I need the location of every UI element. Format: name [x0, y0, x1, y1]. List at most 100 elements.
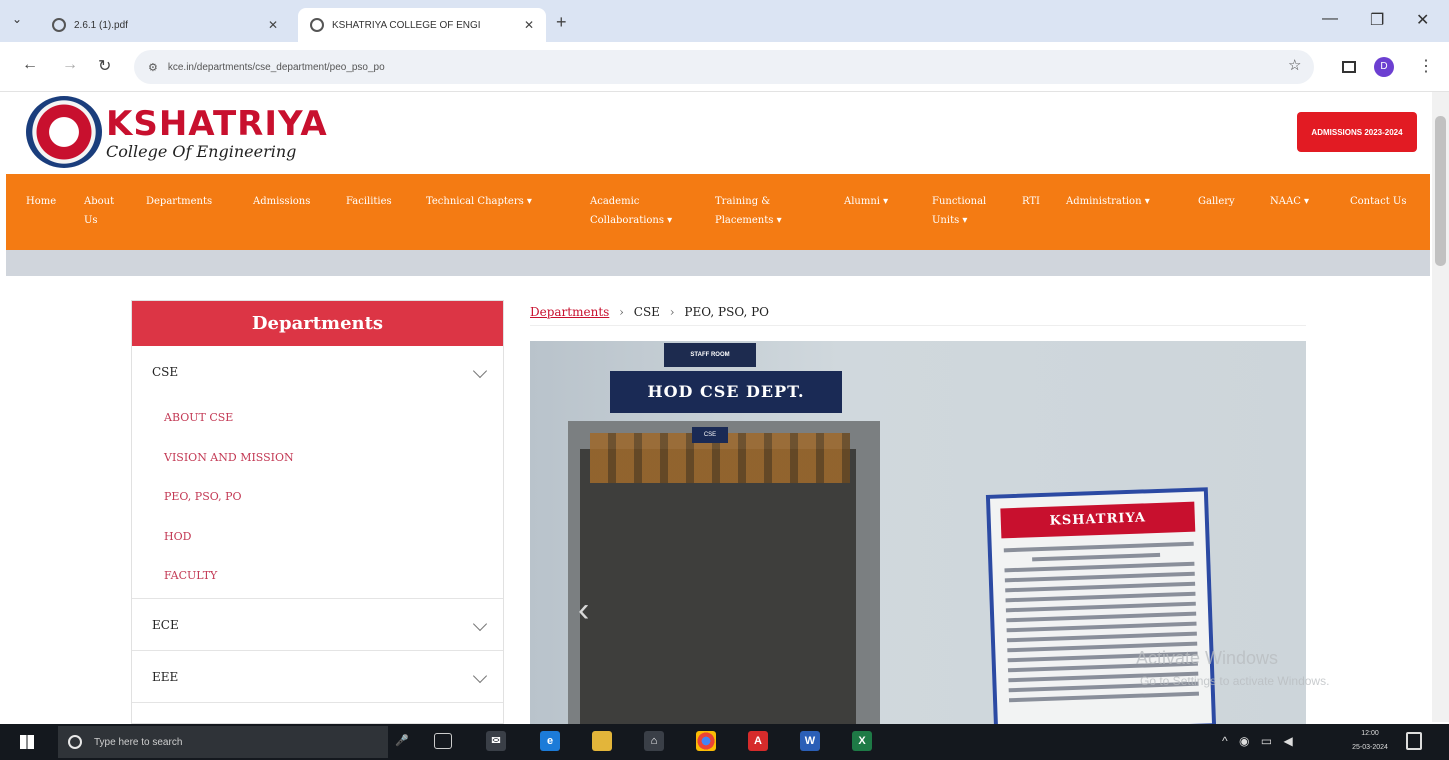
tab-search-icon[interactable]: ⌄ [12, 12, 22, 26]
notice-text-line [1006, 611, 1197, 623]
breadcrumb-departments-link[interactable]: Departments [530, 305, 609, 319]
browser-menu-icon[interactable]: ⋮ [1418, 56, 1434, 76]
browser-toolbar: ← → ↻ ⚙ kce.in/departments/cse_departmen… [0, 42, 1449, 92]
cortana-icon [68, 735, 82, 749]
dept-name: EEE [152, 669, 179, 684]
page-scrollbar[interactable] [1432, 92, 1449, 722]
dept-accordion-ece[interactable]: ECE [132, 599, 503, 651]
notification-icon[interactable] [1406, 732, 1422, 750]
cse-sublinks: ABOUT CSE VISION AND MISSION PEO, PSO, P… [132, 398, 503, 599]
notice-text-line [1004, 561, 1195, 573]
browser-tab-pdf[interactable]: 2.6.1 (1).pdf ✕ [40, 8, 290, 42]
nav-departments[interactable]: Departments [146, 192, 212, 211]
nav-academic-collaborations[interactable]: Academic Collaborations ▾ [590, 192, 700, 230]
site-header: KSHATRIYA College Of Engineering ADMISSI… [0, 92, 1449, 174]
mail-icon[interactable]: ✉ [486, 731, 506, 751]
store-icon[interactable]: ⌂ [644, 731, 664, 751]
breadcrumb-current: PEO, PSO, PO [684, 305, 769, 319]
dept-name: ECE [152, 617, 179, 632]
sublink-faculty[interactable]: FACULTY [132, 556, 503, 596]
reload-button[interactable]: ↻ [98, 56, 111, 76]
dept-accordion-cse[interactable]: CSE [132, 346, 503, 398]
hod-dept-sign: HOD CSE DEPT. [610, 371, 842, 413]
file-explorer-icon[interactable] [592, 731, 612, 751]
bookmark-star-icon[interactable]: ☆ [1288, 56, 1301, 74]
edge-icon[interactable]: e [540, 731, 560, 751]
activate-windows-hint: Go to Settings to activate Windows. [1140, 674, 1330, 688]
back-button[interactable]: ← [22, 56, 38, 74]
activate-windows-watermark: Activate Windows [1136, 648, 1279, 668]
chevron-down-icon[interactable] [472, 363, 488, 379]
forward-button[interactable]: → [62, 56, 78, 74]
notice-board-poster: KSHATRIYA [985, 487, 1217, 724]
dept-accordion-eee[interactable]: EEE [132, 651, 503, 703]
notice-text-line [1005, 591, 1196, 603]
taskbar-clock[interactable]: 12:00 25-03-2024 [1345, 727, 1395, 755]
sublink-vision-mission[interactable]: VISION AND MISSION [132, 438, 503, 478]
admissions-button[interactable]: ADMISSIONS 2023-2024 [1297, 112, 1417, 152]
nav-rti[interactable]: RTI [1022, 192, 1040, 211]
excel-icon[interactable]: X [852, 731, 872, 751]
notice-title: KSHATRIYA [1000, 501, 1196, 539]
url-text: kce.in/departments/cse_department/peo_ps… [167, 61, 385, 73]
scrollbar-thumb[interactable] [1435, 116, 1446, 266]
site-info-icon[interactable]: ⚙ [148, 61, 158, 74]
nav-naac[interactable]: NAAC ▾ [1270, 192, 1309, 211]
notice-text-line [1006, 631, 1197, 643]
minimize-icon[interactable]: — [1322, 10, 1338, 28]
word-icon[interactable]: W [800, 731, 820, 751]
nav-home[interactable]: Home [26, 192, 66, 211]
system-tray-icons[interactable]: ^ ◉ ▭ ◀ [1222, 734, 1297, 748]
side-panel-icon[interactable] [1342, 61, 1356, 73]
door-opening [580, 449, 856, 724]
sublink-about-cse[interactable]: ABOUT CSE [132, 398, 503, 438]
windows-start-icon[interactable] [20, 735, 34, 749]
nav-functional-units[interactable]: Functional Units ▾ [932, 192, 1012, 230]
task-view-icon[interactable] [434, 733, 452, 749]
taskbar-search-placeholder: Type here to search [94, 736, 183, 748]
browser-tab-active[interactable]: KSHATRIYA COLLEGE OF ENGI ✕ [298, 8, 546, 42]
nav-administration[interactable]: Administration ▾ [1066, 192, 1150, 211]
college-logo-emblem[interactable] [26, 96, 102, 168]
tab-title: 2.6.1 (1).pdf [74, 19, 128, 31]
nav-contact-us[interactable]: Contact Us [1350, 192, 1410, 211]
staff-room-sign: STAFF ROOM [664, 343, 756, 367]
window-close-icon[interactable]: ✕ [1416, 10, 1429, 30]
browser-tabbar: ⌄ 2.6.1 (1).pdf ✕ KSHATRIYA COLLEGE OF E… [0, 0, 1449, 42]
tab-title: KSHATRIYA COLLEGE OF ENGI [332, 19, 481, 31]
profile-avatar[interactable]: D [1374, 57, 1394, 77]
departments-sidebar: Departments CSE ABOUT CSE VISION AND MIS… [131, 300, 504, 724]
close-icon[interactable]: ✕ [524, 18, 534, 32]
carousel-prev-icon[interactable]: ‹ [578, 591, 589, 630]
new-tab-button[interactable]: + [556, 12, 567, 33]
close-icon[interactable]: ✕ [268, 18, 278, 32]
notice-text-line [1005, 581, 1196, 593]
chevron-down-icon[interactable] [472, 616, 488, 631]
room-number-tag: CSE [692, 427, 728, 443]
windows-taskbar: Type here to search 🎤 ✉ e ⌂ A W X ^ ◉ ▭ … [0, 724, 1449, 760]
acrobat-icon[interactable]: A [748, 731, 768, 751]
nav-facilities[interactable]: Facilities [346, 192, 392, 211]
sublink-hod[interactable]: HOD [132, 517, 503, 557]
sidebar-heading: Departments [132, 301, 503, 346]
taskbar-search[interactable]: Type here to search [58, 726, 388, 758]
nav-gallery[interactable]: Gallery [1198, 192, 1235, 211]
address-bar[interactable]: ⚙ kce.in/departments/cse_department/peo_… [134, 50, 1314, 84]
nav-alumni[interactable]: Alumni ▾ [844, 192, 888, 211]
globe-icon [310, 18, 324, 32]
nav-training-placements[interactable]: Training & Placements ▾ [715, 192, 827, 230]
notice-text-line [1005, 601, 1196, 613]
nav-admissions[interactable]: Admissions [253, 192, 310, 211]
restore-icon[interactable]: ❐ [1370, 10, 1384, 30]
chevron-down-icon[interactable] [472, 668, 488, 683]
microphone-icon[interactable]: 🎤 [392, 731, 412, 751]
notice-text-line [1003, 541, 1194, 553]
sublink-peo-pso-po[interactable]: PEO, PSO, PO [132, 477, 503, 517]
globe-icon [52, 18, 66, 32]
notice-text-line [1032, 552, 1161, 562]
nav-about-us[interactable]: About Us [84, 192, 130, 230]
college-name[interactable]: KSHATRIYA [106, 104, 328, 144]
chrome-icon[interactable] [696, 731, 716, 751]
nav-technical-chapters[interactable]: Technical Chapters ▾ [426, 192, 532, 211]
main-navigation: Home About Us Departments Admissions Fac… [6, 174, 1430, 250]
